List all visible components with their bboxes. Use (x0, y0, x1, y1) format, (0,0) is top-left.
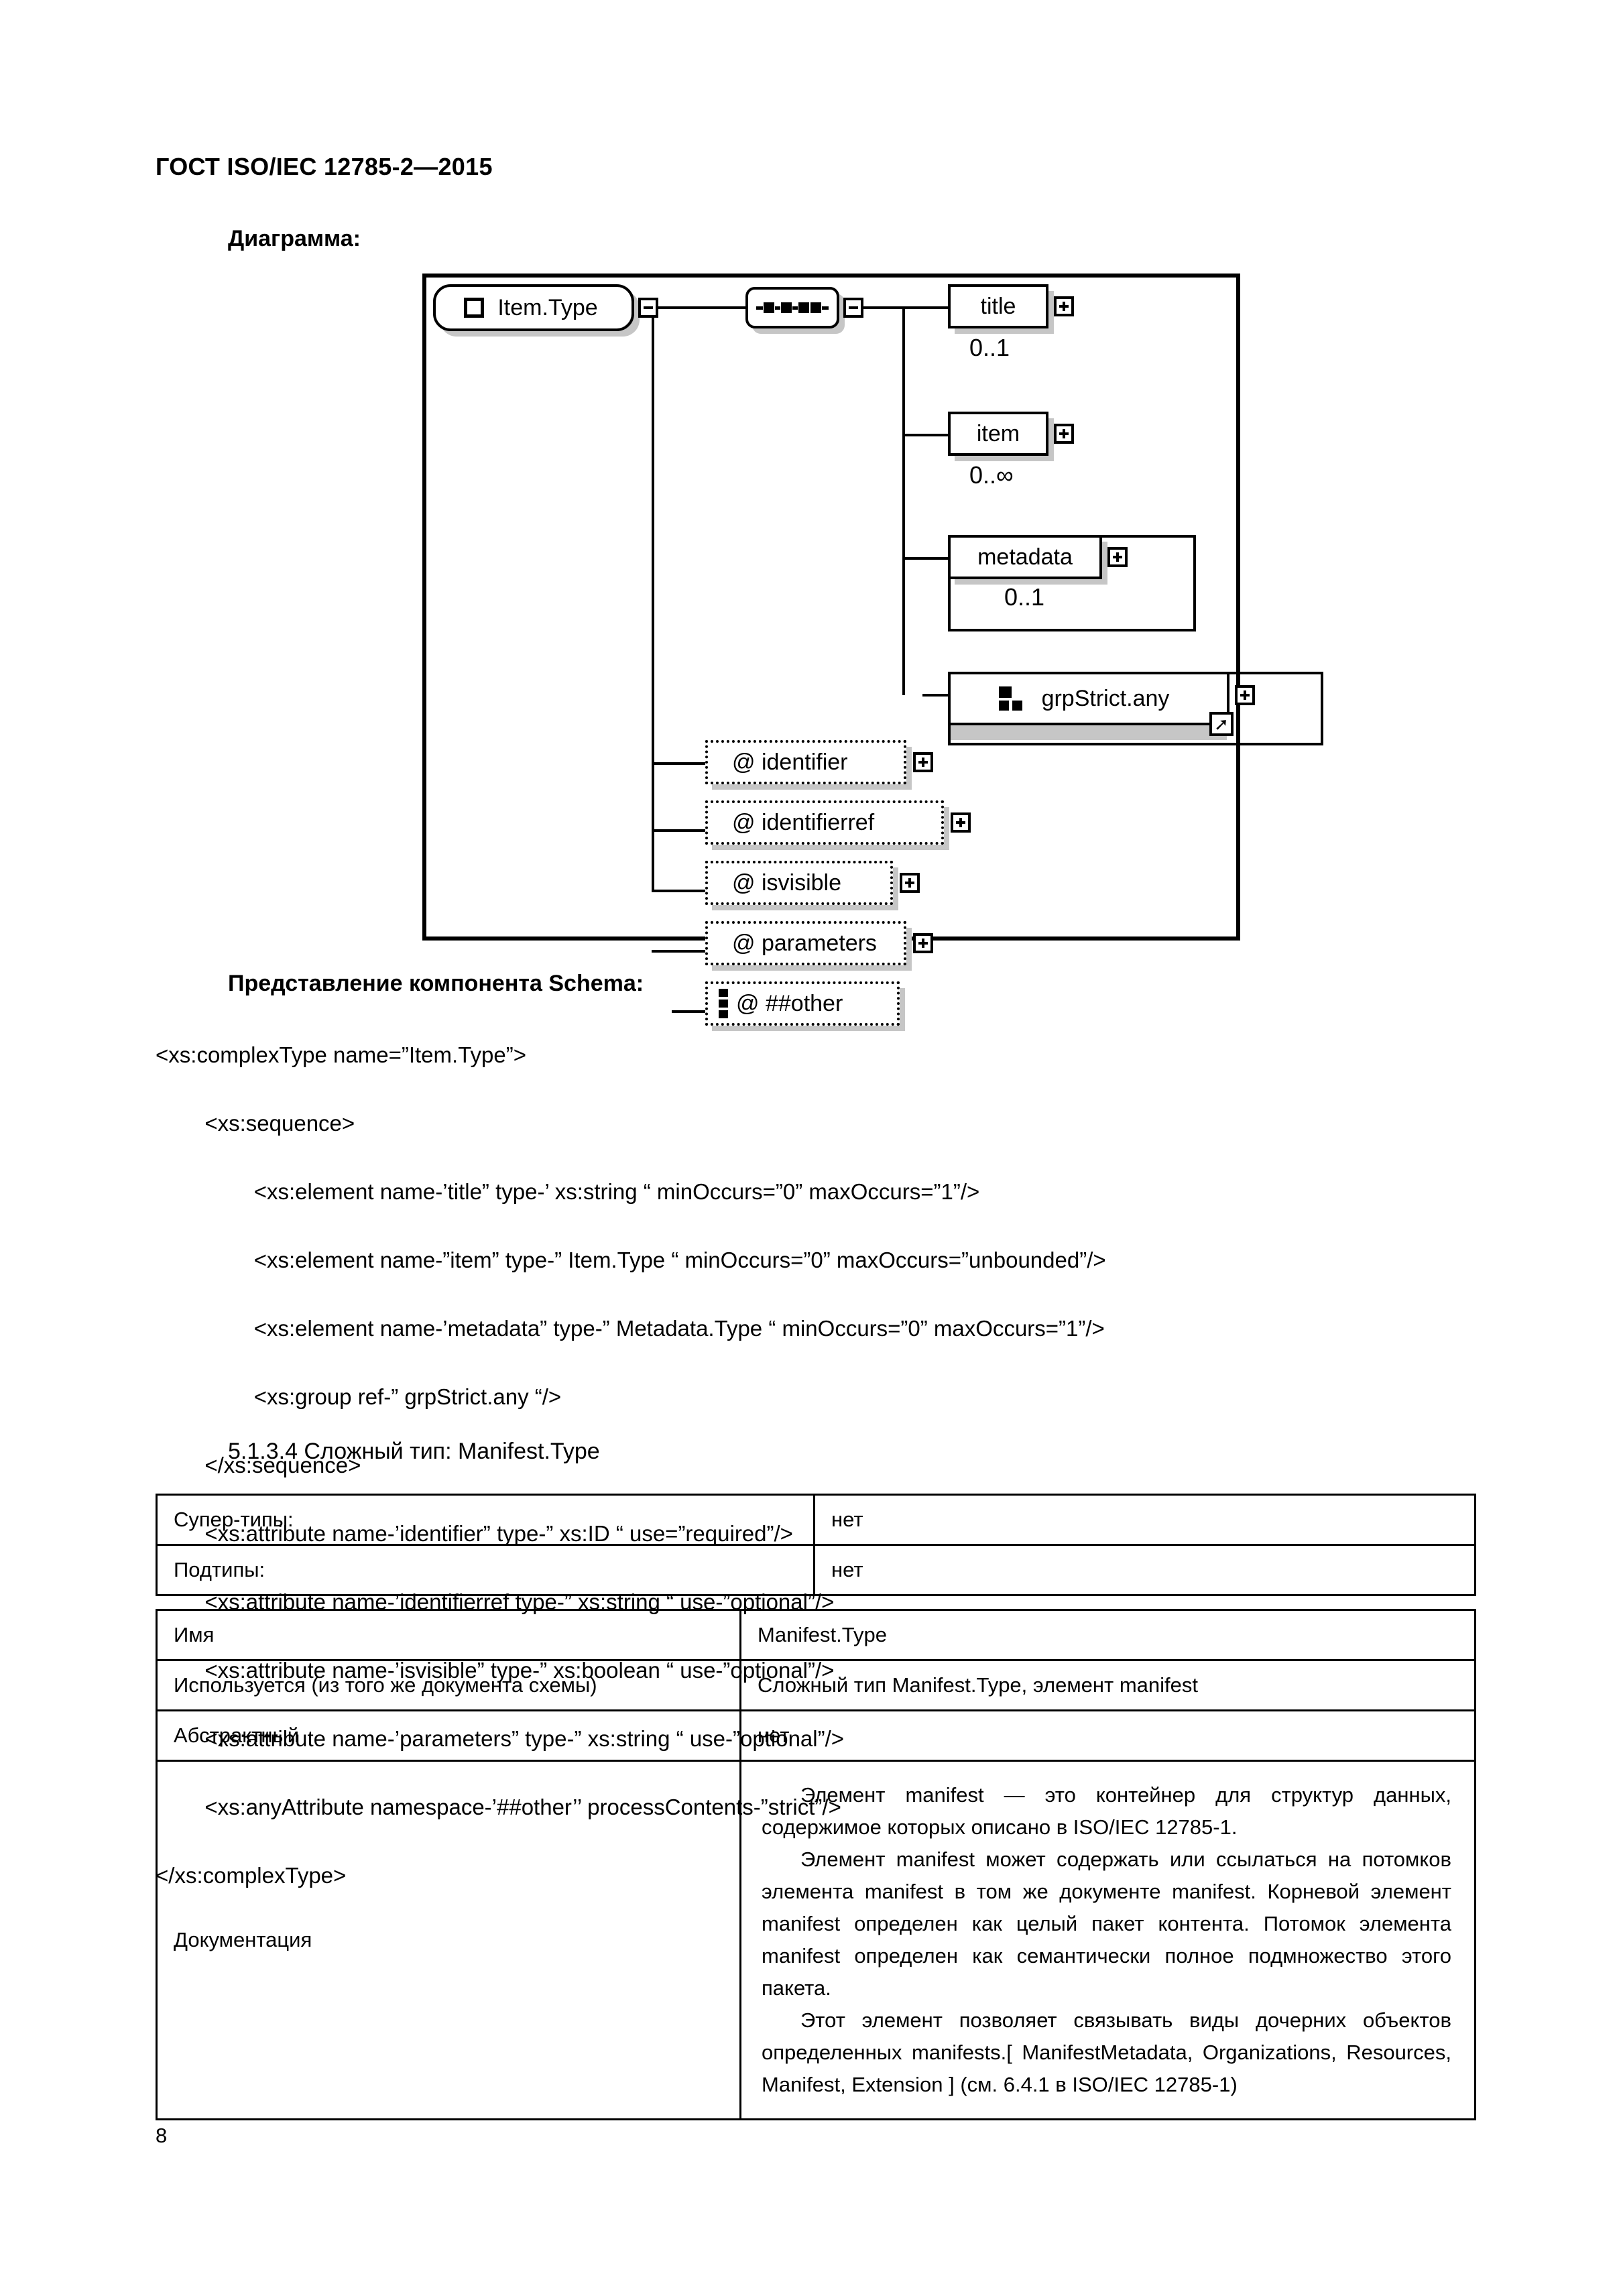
code-line: <xs:sequence> (156, 1111, 355, 1136)
schema-component-label: Представление компонента Schema: (228, 971, 644, 996)
expander-item-type[interactable] (638, 298, 658, 318)
cell-name-key: Имя (156, 1609, 741, 1661)
code-line: <xs:element name-”item” type-” Item.Type… (156, 1248, 1106, 1272)
group-icon (998, 686, 1026, 711)
node-element-title-label: title (980, 293, 1016, 319)
table-row: Подтипы: нет (156, 1544, 1476, 1596)
expander-element-title[interactable] (1054, 296, 1074, 316)
connector-children-spine (902, 306, 905, 695)
table-supertypes: Супер-типы: нет Подтипы: нет (156, 1494, 1476, 1596)
node-group-grpstrict-any[interactable]: grpStrict.any (948, 672, 1229, 725)
node-attribute-parameters-label: @ parameters (732, 930, 877, 956)
expander-attribute-identifierref[interactable] (951, 812, 971, 833)
cell-documentation-key: Документация (156, 1760, 741, 2120)
documentation-paragraph: Элемент manifest может содержать или ссы… (762, 1848, 1451, 2000)
node-attribute-identifierref-label: @ identifierref (732, 809, 875, 835)
code-line: <xs:element name-’title” type-’ xs:strin… (156, 1179, 980, 1204)
connector-stub-identifier (652, 762, 705, 765)
cell-supertypes-key: Супер-типы: (156, 1494, 815, 1546)
diagram-section-label: Диаграмма: (228, 226, 361, 251)
connector-attribute-spine (652, 306, 654, 890)
table-row: Используется (из того же документа схемы… (156, 1659, 1476, 1711)
table-manifest-type: Имя Manifest.Type Используется (из того … (156, 1609, 1476, 2120)
cell-usedby-value: Сложный тип Manifest.Type, элемент manif… (739, 1659, 1476, 1711)
node-element-item[interactable]: item (948, 412, 1048, 456)
connector-stub-title (902, 306, 948, 309)
cell-subtypes-key: Подтипы: (156, 1544, 815, 1596)
documentation-paragraph: Этот элемент позволяет связывать виды до… (762, 2008, 1451, 2096)
cell-name-value: Manifest.Type (739, 1609, 1476, 1661)
code-line: <xs:element name-’metadata” type-” Metad… (156, 1316, 1105, 1341)
node-element-title[interactable]: title (948, 284, 1048, 328)
xsd-diagram-frame: Item.Type title 0..1 item 0..∞ metadata … (422, 274, 1323, 1026)
cardinality-metadata: 0..1 (1004, 583, 1045, 611)
expander-element-item[interactable] (1054, 424, 1074, 444)
clause-heading: 5.1.3.4 Сложный тип: Manifest.Type (228, 1439, 600, 1464)
node-attribute-parameters[interactable]: @ parameters (705, 921, 906, 965)
cell-abstract-key: Абстрактный (156, 1709, 741, 1762)
cell-supertypes-value: нет (813, 1494, 1476, 1546)
node-element-metadata-label: metadata (977, 544, 1073, 570)
node-item-type[interactable]: Item.Type (433, 284, 634, 331)
expander-attribute-identifier[interactable] (913, 752, 933, 772)
code-line: <xs:complexType name=”Item.Type”> (156, 1042, 526, 1067)
node-attribute-isvisible[interactable]: @ isvisible (705, 861, 893, 905)
code-line: <xs:group ref-” grpStrict.any “/> (156, 1384, 562, 1409)
table-row: Имя Manifest.Type (156, 1609, 1476, 1661)
connector-root-to-sequence (658, 306, 745, 309)
expander-sequence[interactable] (843, 298, 863, 318)
node-element-item-label: item (976, 420, 1020, 446)
connector-stub-item (902, 434, 948, 436)
sequence-icon (756, 302, 829, 313)
connector-sequence-out (863, 306, 904, 309)
connector-stub-grpstrict (922, 694, 948, 697)
node-attribute-identifier[interactable]: @ identifier (705, 740, 906, 784)
xsd-diagram: Item.Type title 0..1 item 0..∞ metadata … (426, 278, 1323, 1026)
cell-documentation-value: Элемент manifest — это контейнер для стр… (739, 1760, 1476, 2120)
table-row: Документация Элемент manifest — это конт… (156, 1760, 1476, 2120)
connector-stub-isvisible (652, 890, 705, 892)
node-group-grpstrict-any-label: grpStrict.any (1041, 685, 1170, 711)
table-row: Супер-типы: нет (156, 1494, 1476, 1546)
cell-usedby-key: Используется (из того же документа схемы… (156, 1659, 741, 1711)
cell-abstract-value: нет (739, 1709, 1476, 1762)
connector-stub-parameters (652, 950, 705, 953)
node-sequence-compositor[interactable] (745, 287, 839, 328)
page-number: 8 (156, 2124, 168, 2147)
connector-stub-metadata (902, 557, 948, 560)
connector-stub-identifierref (652, 829, 705, 832)
expander-group-grpstrict-any[interactable] (1235, 685, 1255, 705)
node-attribute-identifierref[interactable]: @ identifierref (705, 800, 944, 845)
node-attribute-identifier-label: @ identifier (732, 749, 848, 775)
group-ref-arrow-icon[interactable]: ➚ (1209, 712, 1234, 736)
cardinality-item: 0..∞ (969, 461, 1014, 489)
node-attribute-isvisible-label: @ isvisible (732, 869, 841, 896)
expander-attribute-isvisible[interactable] (900, 873, 920, 893)
documentation-paragraph: Элемент manifest — это контейнер для стр… (762, 1783, 1451, 1839)
node-item-type-label: Item.Type (497, 294, 598, 320)
cell-subtypes-value: нет (813, 1544, 1476, 1596)
node-element-metadata[interactable]: metadata (948, 535, 1102, 579)
expander-attribute-parameters[interactable] (913, 933, 933, 953)
complextype-icon (464, 298, 485, 318)
expander-element-metadata[interactable] (1107, 547, 1128, 567)
cardinality-title: 0..1 (969, 334, 1010, 361)
table-row: Абстрактный нет (156, 1709, 1476, 1762)
group-ref-strip (951, 723, 1227, 740)
page-title: ГОСТ ISO/IEC 12785-2—2015 (156, 153, 493, 180)
